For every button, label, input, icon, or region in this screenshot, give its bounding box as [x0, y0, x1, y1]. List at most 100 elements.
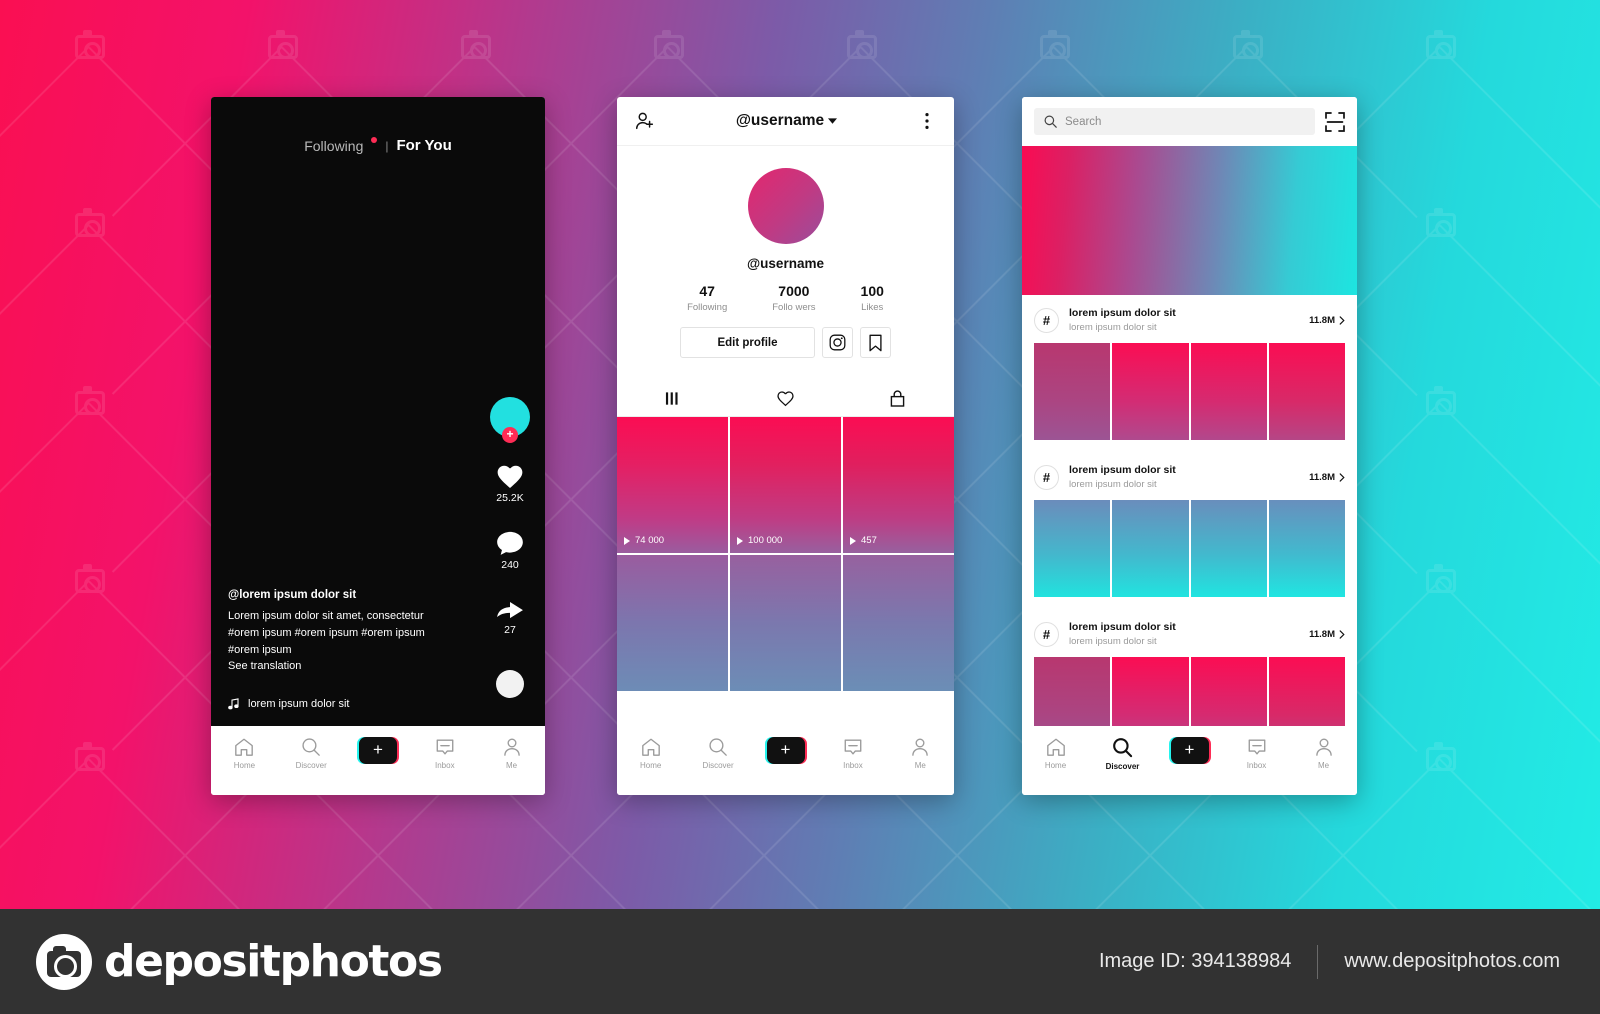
nav-item-inbox[interactable]: Inbox [411, 737, 478, 770]
profile-actions: Edit profile [617, 327, 954, 358]
hashtag-count[interactable]: 11.8M [1309, 629, 1345, 640]
share-arrow-icon [497, 602, 523, 619]
tab-for-you[interactable]: For You [396, 137, 451, 154]
profile-title[interactable]: @username [656, 112, 917, 130]
nav-item-me[interactable]: Me [1290, 737, 1357, 770]
discover-banner[interactable] [1022, 146, 1357, 295]
hashtag-row[interactable]: # lorem ipsum dolor sit lorem ipsum dolo… [1022, 295, 1357, 343]
carousel-thumbnail[interactable] [1268, 500, 1345, 597]
tab-following[interactable]: Following [304, 138, 363, 154]
hashtag-carousel[interactable] [1022, 343, 1357, 440]
share-count: 27 [504, 624, 516, 636]
profile-stat[interactable]: 7000 Follo wers [772, 283, 815, 313]
hashtag-count[interactable]: 11.8M [1309, 472, 1345, 483]
tab-private[interactable] [842, 390, 954, 416]
tab-grid[interactable] [617, 390, 729, 416]
chevron-down-icon [828, 117, 838, 124]
carousel-thumbnail[interactable] [1034, 343, 1111, 440]
nav-item-inbox[interactable]: Inbox [1223, 737, 1290, 770]
inbox-icon [436, 739, 454, 755]
three-dots-icon[interactable] [917, 111, 937, 131]
watermark-line [1439, 759, 1600, 930]
nav-item-home[interactable]: Home [211, 737, 278, 770]
share-button[interactable]: 27 [496, 597, 524, 636]
hashtag-row[interactable]: # lorem ipsum dolor sit lorem ipsum dolo… [1022, 452, 1357, 500]
search-placeholder: Search [1065, 115, 1102, 128]
hashtag-title: lorem ipsum dolor sit [1069, 464, 1176, 476]
profile-grid-cell[interactable] [730, 555, 841, 691]
add-person-icon[interactable] [634, 110, 656, 132]
tab-separator: | [385, 138, 389, 153]
create-plus-icon[interactable]: + [1168, 737, 1211, 764]
watermark-camera-icon [75, 208, 105, 237]
hashtag-count-value: 11.8M [1309, 314, 1335, 326]
nav-item-create[interactable]: + [1156, 737, 1223, 764]
nav-item-discover[interactable]: Discover [278, 737, 345, 770]
profile-grid-cell[interactable]: 74 000 [617, 417, 728, 553]
nav-item-label: Home [1044, 761, 1067, 770]
tab-liked[interactable] [729, 390, 841, 416]
create-plus-icon[interactable]: + [356, 737, 399, 764]
nav-item-home[interactable]: Home [617, 737, 684, 770]
heart-icon [497, 465, 523, 489]
feed-video-area[interactable]: Following | For You + 25.2K 240 27 @lore… [211, 97, 545, 726]
profile-grid-cell[interactable] [843, 555, 954, 691]
stock-footer-bar: depositphotos Image ID: 394138984 www.de… [0, 909, 1600, 1014]
watermark-line [0, 45, 91, 217]
hashtag-carousel[interactable] [1022, 500, 1357, 597]
carousel-thumbnail[interactable] [1112, 500, 1189, 597]
hashtag-text: lorem ipsum dolor sit lorem ipsum dolor … [1069, 307, 1299, 333]
stat-label: Following [687, 302, 728, 313]
watermark-camera-icon [1426, 386, 1456, 415]
music-row[interactable]: lorem ipsum dolor sit [228, 698, 349, 710]
nav-item-home[interactable]: Home [1022, 737, 1089, 770]
create-plus-icon[interactable]: + [764, 737, 807, 764]
profile-stat[interactable]: 47 Following [687, 283, 727, 313]
hashtag-row[interactable]: # lorem ipsum dolor sit lorem ipsum dolo… [1022, 609, 1357, 657]
profile-title-text: @username [735, 112, 825, 129]
carousel-thumbnail[interactable] [1190, 343, 1267, 440]
profile-avatar[interactable] [747, 168, 824, 244]
caption-username[interactable]: @lorem ipsum dolor sit [228, 589, 483, 601]
camera-icon [36, 933, 92, 990]
nav-item-me[interactable]: Me [478, 737, 545, 770]
profile-grid-cell[interactable]: 100 000 [730, 417, 841, 553]
music-disc-icon[interactable] [496, 670, 524, 698]
hashtag-count[interactable]: 11.8M [1309, 315, 1345, 326]
discover-section: # lorem ipsum dolor sit lorem ipsum dolo… [1022, 295, 1357, 452]
profile-grid-cell[interactable] [617, 555, 728, 691]
edit-profile-button[interactable]: Edit profile [680, 327, 815, 358]
stat-value: 7000 [778, 283, 810, 299]
hashtag-count-value: 11.8M [1309, 628, 1335, 640]
profile-grid-cell[interactable]: 457 [843, 417, 954, 553]
like-button[interactable]: 25.2K [496, 463, 524, 504]
phone-mockup-discover: Search # lorem ipsum dolor sit lorem ips… [1022, 97, 1357, 795]
carousel-thumbnail[interactable] [1190, 500, 1267, 597]
nav-item-discover[interactable]: Discover [1089, 737, 1156, 771]
bookmark-button[interactable] [860, 327, 891, 358]
watermark-camera-icon [1233, 30, 1263, 59]
carousel-thumbnail[interactable] [1268, 343, 1345, 440]
nav-item-discover[interactable]: Discover [684, 737, 751, 770]
nav-item-create[interactable]: + [752, 737, 819, 764]
nav-item-inbox[interactable]: Inbox [819, 737, 886, 770]
carousel-thumbnail[interactable] [1034, 500, 1111, 597]
instagram-button[interactable] [822, 327, 853, 358]
search-icon [709, 738, 727, 756]
carousel-thumbnail[interactable] [1112, 343, 1189, 440]
nav-item-create[interactable]: + [345, 737, 412, 764]
avatar[interactable]: + [490, 397, 530, 443]
search-input[interactable]: Search [1034, 108, 1315, 135]
profile-stat[interactable]: 100 Likes [861, 283, 884, 313]
follow-plus-icon[interactable]: + [502, 427, 518, 443]
profile-header: @username [617, 97, 954, 146]
like-count: 25.2K [496, 492, 524, 504]
phone-mockup-feed: Following | For You + 25.2K 240 27 @lore… [211, 97, 545, 795]
video-views: 100 000 [737, 535, 782, 546]
comment-button[interactable]: 240 [496, 530, 524, 571]
see-translation-link[interactable]: See translation [228, 660, 483, 672]
nav-item-me[interactable]: Me [887, 737, 954, 770]
person-icon [503, 738, 520, 756]
watermark-camera-icon [1426, 30, 1456, 59]
scan-qr-icon[interactable] [1325, 111, 1345, 132]
